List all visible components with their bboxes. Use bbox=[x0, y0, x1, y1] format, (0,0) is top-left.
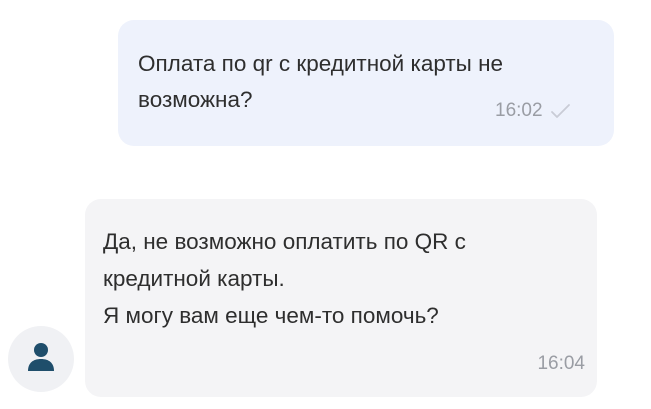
user-icon bbox=[26, 341, 56, 378]
message-time: 16:02 bbox=[495, 100, 543, 121]
message-text: Да, не возможно оплатить по QR с кредитн… bbox=[103, 223, 583, 334]
chat-thread: Оплата по qr с кредитной карты не возмож… bbox=[0, 0, 651, 409]
incoming-message-bubble[interactable]: Да, не возможно оплатить по QR с кредитн… bbox=[85, 199, 597, 397]
message-time: 16:04 bbox=[537, 353, 585, 374]
message-line: кредитной карты. bbox=[103, 266, 285, 291]
message-line: Я могу вам еще чем-то помочь? bbox=[103, 303, 439, 328]
avatar[interactable] bbox=[8, 326, 74, 392]
message-line: Да, не возможно оплатить по QR с bbox=[103, 229, 466, 254]
check-icon bbox=[549, 103, 571, 119]
message-meta: 16:04 bbox=[537, 353, 585, 375]
outgoing-message-bubble[interactable]: Оплата по qr с кредитной карты не возмож… bbox=[118, 20, 614, 146]
message-meta: 16:02 bbox=[495, 100, 571, 122]
